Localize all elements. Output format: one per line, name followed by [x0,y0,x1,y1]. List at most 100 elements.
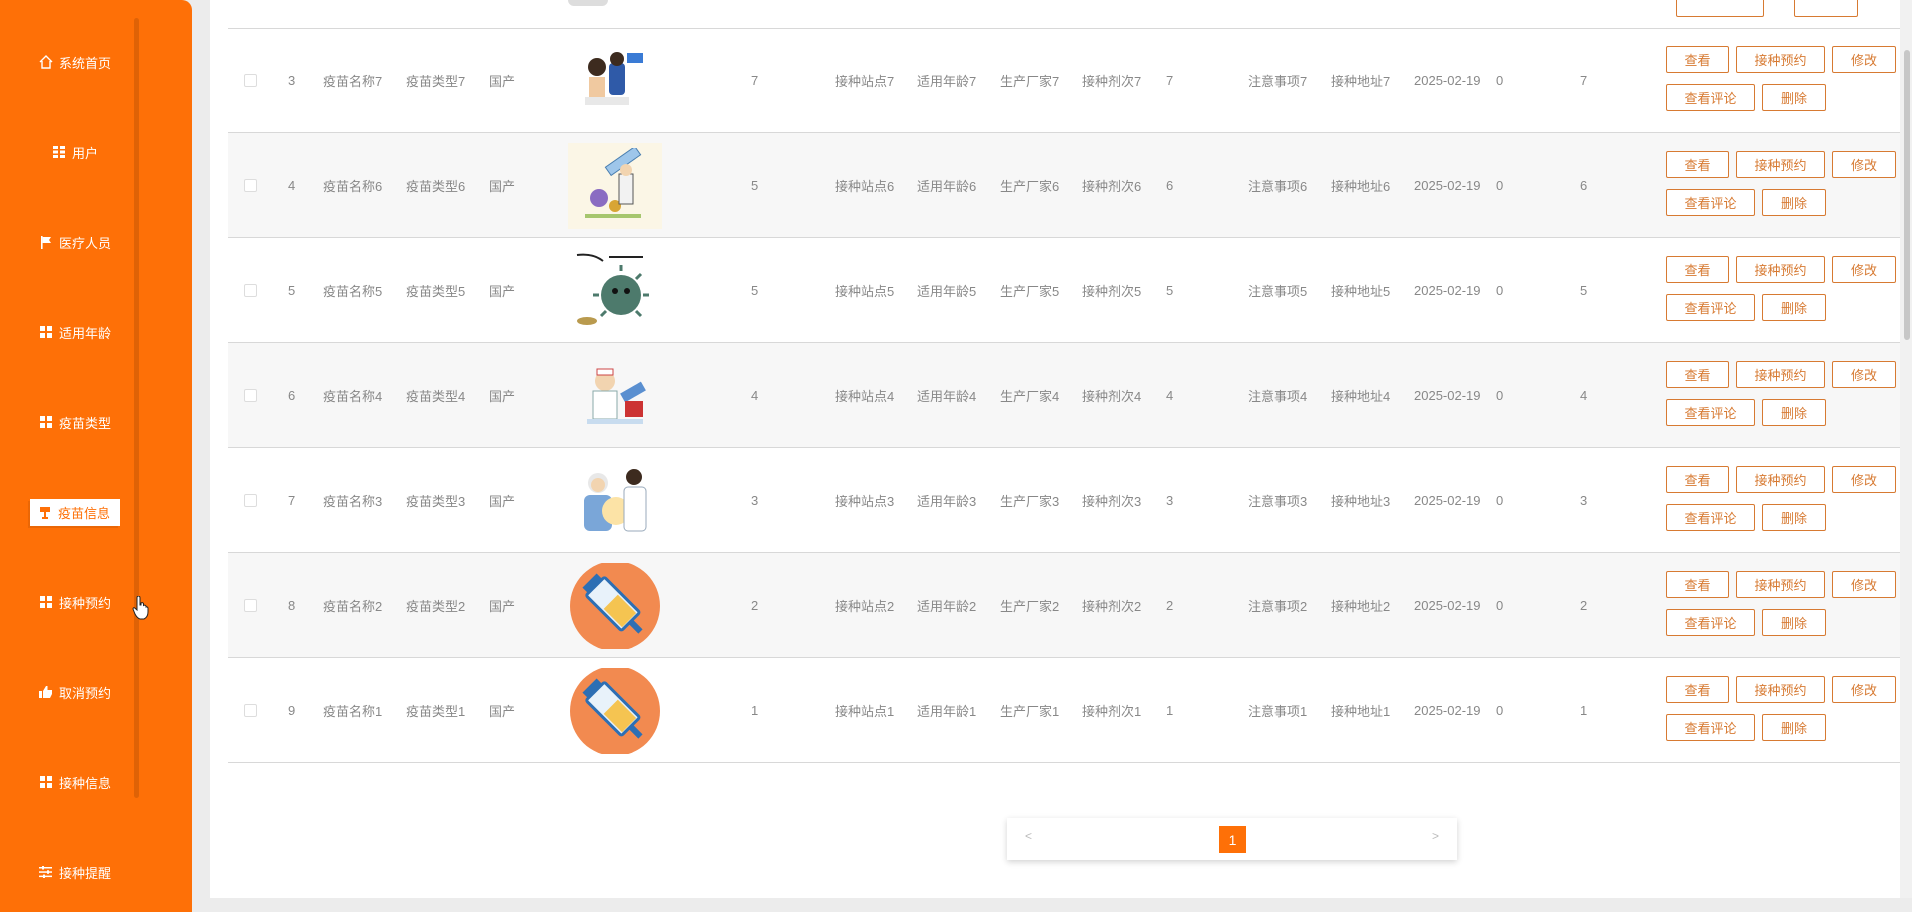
delete-button[interactable]: 删除 [1762,189,1826,216]
row-checkbox[interactable] [244,493,257,507]
reviews-button[interactable]: 查看评论 [1666,294,1755,321]
manufacturer: 生产厂家4 [1000,388,1060,404]
notes: 注意事项2 [1248,598,1308,614]
cup-icon [38,505,52,519]
manufacturer: 生产厂家1 [1000,703,1060,719]
view-button[interactable]: 查看 [1666,361,1729,388]
vaccine-type: 疫苗类型1 [406,703,466,719]
manufacturer: 生产厂家5 [1000,283,1060,299]
row-index: 5 [288,282,296,298]
book-button[interactable] [1794,0,1858,17]
edit-button[interactable]: 修改 [1832,676,1896,703]
syringe-circle-image [568,668,662,754]
vaccine-type: 疫苗类型4 [406,388,466,404]
sidebar-item-vaccine-info[interactable]: 疫苗信息 [0,494,150,530]
view-button[interactable]: 查看 [1666,676,1729,703]
vaccine-stock: 4 [751,387,759,403]
grid-icon [39,775,53,789]
click-count: 0 [1496,282,1504,298]
delete-button[interactable]: 删除 [1762,504,1826,531]
vaccine-type: 疫苗类型5 [406,283,466,299]
notes: 注意事项1 [1248,703,1308,719]
notes: 注意事项4 [1248,388,1308,404]
view-button[interactable]: 查看 [1666,151,1729,178]
view-button[interactable] [1676,0,1764,17]
delete-button[interactable]: 删除 [1762,84,1826,111]
grid-icon [39,415,53,429]
sliders-icon [39,865,53,879]
edit-button[interactable]: 修改 [1832,361,1896,388]
reviews-button[interactable]: 查看评论 [1666,189,1755,216]
reviews-button[interactable]: 查看评论 [1666,84,1755,111]
row-checkbox[interactable] [244,388,257,402]
row-index: 4 [288,177,296,193]
delete-button[interactable]: 删除 [1762,714,1826,741]
grid-icon [39,325,53,339]
sidebar-item-home[interactable]: 系统首页 [0,44,150,80]
book-button[interactable]: 接种预约 [1736,46,1825,73]
vaccination-site: 接种站点1 [835,703,895,719]
delete-button[interactable]: 删除 [1762,609,1826,636]
book-button[interactable]: 接种预约 [1736,151,1825,178]
reviews-button[interactable]: 查看评论 [1666,609,1755,636]
sidebar-item-users[interactable]: 用户 [0,134,150,170]
table-row-partial [228,0,1904,29]
reserve-count: 4 [1580,387,1588,403]
sidebar-item-label: 接种信息 [58,775,111,791]
scrollbar-thumb[interactable] [1904,50,1910,340]
sidebar-item-vaccination-info[interactable]: 接种信息 [0,764,150,800]
book-button[interactable]: 接种预约 [1736,256,1825,283]
edit-button[interactable]: 修改 [1832,46,1896,73]
delete-button[interactable]: 删除 [1762,294,1826,321]
hand-cursor-icon [132,596,149,620]
edit-button[interactable]: 修改 [1832,256,1896,283]
prev-page-button[interactable]: < [1025,829,1032,843]
vaccination-address: 接种地址6 [1331,178,1391,194]
vaccination-address: 接种地址7 [1331,73,1391,89]
row-checkbox[interactable] [244,283,257,297]
manufacturer: 生产厂家6 [1000,178,1060,194]
sidebar-item-vaccine-type[interactable]: 疫苗类型 [0,404,150,440]
sidebar-item-label: 系统首页 [58,55,111,71]
view-button[interactable]: 查看 [1666,256,1729,283]
row-checkbox[interactable] [244,178,257,192]
next-page-button[interactable]: > [1432,829,1439,843]
sidebar-item-reminder[interactable]: 接种提醒 [0,854,150,890]
page-1-button[interactable]: 1 [1219,826,1246,853]
book-button[interactable]: 接种预约 [1736,571,1825,598]
vaccination-site: 接种站点4 [835,388,895,404]
edit-button[interactable]: 修改 [1832,466,1896,493]
view-button[interactable]: 查看 [1666,571,1729,598]
vaccination-site: 接种站点6 [835,178,895,194]
book-button[interactable]: 接种预约 [1736,676,1825,703]
doctor-patient-image [568,38,662,124]
edit-button[interactable]: 修改 [1832,571,1896,598]
row-checkbox[interactable] [244,598,257,612]
click-count: 0 [1496,702,1504,718]
sidebar-item-booking[interactable]: 接种预约 [0,584,150,620]
delete-button[interactable]: 删除 [1762,399,1826,426]
reviews-button[interactable]: 查看评论 [1666,399,1755,426]
sidebar-item-age[interactable]: 适用年龄 [0,314,150,350]
sidebar-item-cancel-booking[interactable]: 取消预约 [0,674,150,710]
book-button[interactable]: 接种预约 [1736,361,1825,388]
dose-count: 接种剂次3 [1082,493,1142,509]
reviews-button[interactable]: 查看评论 [1666,714,1755,741]
book-button[interactable]: 接种预约 [1736,466,1825,493]
row-index: 6 [288,387,296,403]
elderly-doctor-image [568,458,662,544]
date: 2025-02-19 [1414,597,1481,613]
vaccine-type: 疫苗类型3 [406,493,466,509]
reviews-button[interactable]: 查看评论 [1666,504,1755,531]
date: 2025-02-19 [1414,492,1481,508]
sidebar-item-medical-staff[interactable]: 医疗人员 [0,224,150,260]
row-checkbox[interactable] [244,73,257,87]
row-checkbox[interactable] [244,703,257,717]
view-button[interactable]: 查看 [1666,466,1729,493]
date: 2025-02-19 [1414,72,1481,88]
view-button[interactable]: 查看 [1666,46,1729,73]
vaccination-site: 接种站点7 [835,73,895,89]
edit-button[interactable]: 修改 [1832,151,1896,178]
page-scrollbar[interactable] [1900,0,1912,898]
vaccine-name: 疫苗名称5 [323,283,383,299]
